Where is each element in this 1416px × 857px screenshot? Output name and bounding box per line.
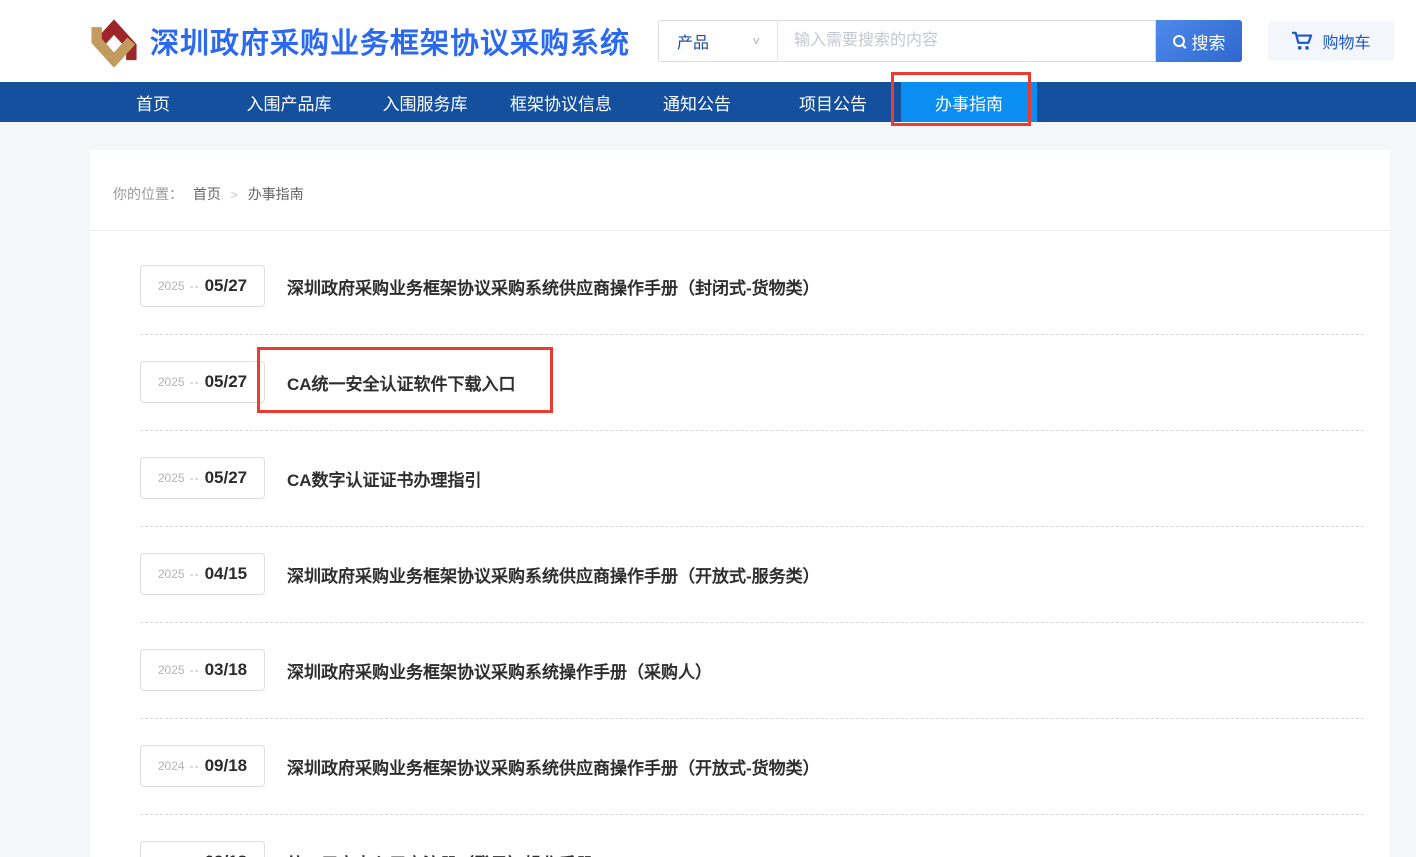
search-input[interactable] (778, 20, 1156, 62)
document-link[interactable]: 深圳政府采购业务框架协议采购系统供应商操作手册（开放式-服务类） (287, 562, 820, 587)
list-item[interactable]: 2025 -- 03/18 深圳政府采购业务框架协议采购系统操作手册（采购人） (140, 623, 1364, 719)
date-separator: -- (190, 759, 200, 773)
date-year: 2024 (158, 759, 185, 773)
list-item[interactable]: 2024 -- 09/18 统一用户中心用户注册（登录）操作手册 (140, 815, 1364, 857)
document-link[interactable]: CA统一安全认证软件下载入口 (287, 370, 516, 395)
date-badge: 2025 -- 05/27 (140, 265, 265, 307)
date-separator: -- (190, 471, 200, 485)
date-year: 2025 (158, 375, 185, 389)
list-item[interactable]: 2025 -- 05/27 CA统一安全认证软件下载入口 (140, 335, 1364, 431)
site-title: 深圳政府采购业务框架协议采购系统 (150, 20, 630, 62)
date-year: 2025 (158, 279, 185, 293)
date-badge: 2025 -- 03/18 (140, 649, 265, 691)
date-badge: 2024 -- 09/18 (140, 841, 265, 857)
nav-item-product-library[interactable]: 入围产品库 (221, 82, 357, 122)
document-link[interactable]: 深圳政府采购业务框架协议采购系统操作手册（采购人） (287, 658, 712, 683)
list-item[interactable]: 2024 -- 09/18 深圳政府采购业务框架协议采购系统供应商操作手册（开放… (140, 719, 1364, 815)
date-year: 2025 (158, 663, 185, 677)
list-item[interactable]: 2025 -- 05/27 CA数字认证证书办理指引 (140, 431, 1364, 527)
date-badge: 2025 -- 04/15 (140, 553, 265, 595)
date-value: 05/27 (205, 372, 248, 392)
search-category-value: 产品 (677, 29, 709, 53)
list-item[interactable]: 2025 -- 05/27 深圳政府采购业务框架协议采购系统供应商操作手册（封闭… (140, 239, 1364, 335)
breadcrumb-current: 办事指南 (248, 186, 304, 202)
page-header: 深圳政府采购业务框架协议采购系统 产品 ∨ 搜索 购物车 (0, 0, 1416, 82)
search-button-label: 搜索 (1192, 29, 1226, 54)
main-nav: 首页 入围产品库 入围服务库 框架协议信息 通知公告 项目公告 办事指南 (0, 82, 1416, 122)
date-year: 2025 (158, 567, 185, 581)
document-link[interactable]: 深圳政府采购业务框架协议采购系统供应商操作手册（开放式-货物类） (287, 754, 820, 779)
date-badge: 2025 -- 05/27 (140, 361, 265, 403)
content-card: 你的位置： 首页 > 办事指南 2025 -- 05/27 深圳政府采购业务框架… (90, 150, 1390, 857)
date-value: 03/18 (205, 660, 248, 680)
nav-item-project-announcements[interactable]: 项目公告 (765, 82, 901, 122)
breadcrumb-home-link[interactable]: 首页 (193, 186, 221, 202)
nav-item-service-guide[interactable]: 办事指南 (901, 82, 1037, 122)
breadcrumb-prefix: 你的位置： (113, 186, 183, 202)
date-value: 09/18 (205, 756, 248, 776)
nav-item-service-library[interactable]: 入围服务库 (357, 82, 493, 122)
breadcrumb: 你的位置： 首页 > 办事指南 (90, 150, 1390, 231)
list-item[interactable]: 2025 -- 04/15 深圳政府采购业务框架协议采购系统供应商操作手册（开放… (140, 527, 1364, 623)
date-year: 2025 (158, 471, 185, 485)
cart-icon (1291, 31, 1313, 51)
cart-button[interactable]: 购物车 (1268, 21, 1394, 61)
date-separator: -- (190, 567, 200, 581)
date-separator: -- (190, 663, 200, 677)
document-link[interactable]: 深圳政府采购业务框架协议采购系统供应商操作手册（封闭式-货物类） (287, 274, 820, 299)
date-value: 05/27 (205, 468, 248, 488)
nav-item-notices[interactable]: 通知公告 (629, 82, 765, 122)
date-badge: 2024 -- 09/18 (140, 745, 265, 787)
date-separator: -- (190, 279, 200, 293)
document-list: 2025 -- 05/27 深圳政府采购业务框架协议采购系统供应商操作手册（封闭… (90, 231, 1390, 857)
date-value: 09/18 (205, 852, 248, 857)
search-category-select[interactable]: 产品 ∨ (658, 20, 778, 62)
date-value: 04/15 (205, 564, 248, 584)
cart-label: 购物车 (1322, 29, 1370, 53)
date-value: 05/27 (205, 276, 248, 296)
search-button[interactable]: 搜索 (1156, 20, 1242, 62)
document-link[interactable]: 统一用户中心用户注册（登录）操作手册 (287, 850, 593, 857)
nav-item-framework-info[interactable]: 框架协议信息 (493, 82, 629, 122)
search-bar: 产品 ∨ 搜索 (658, 20, 1242, 62)
nav-item-home[interactable]: 首页 (85, 82, 221, 122)
date-badge: 2025 -- 05/27 (140, 457, 265, 499)
document-link[interactable]: CA数字认证证书办理指引 (287, 466, 482, 491)
breadcrumb-separator: > (231, 188, 238, 202)
date-separator: -- (190, 375, 200, 389)
search-icon (1173, 35, 1185, 47)
chevron-down-icon: ∨ (752, 35, 762, 48)
site-logo-icon (88, 15, 140, 67)
